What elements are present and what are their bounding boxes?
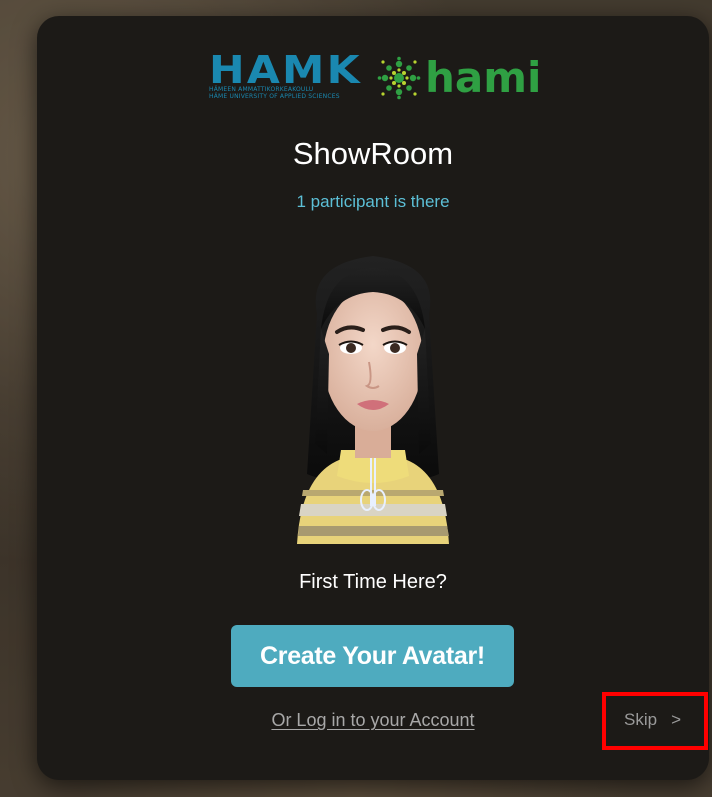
- participant-count: 1 participant is there: [296, 192, 450, 211]
- hamk-logo-word: HAMK: [209, 48, 362, 92]
- room-entry-panel: HAMK HÄMEEN AMMATTIKORKEAKOULU HÄME UNIV…: [37, 16, 709, 780]
- hami-logo-word: hami: [425, 53, 542, 102]
- first-time-prompt: First Time Here?: [299, 571, 447, 593]
- hamk-logo-subtitle-2: HÄME UNIVERSITY OF APPLIED SCIENCES: [209, 93, 340, 100]
- logo-bar: HAMK HÄMEEN AMMATTIKORKEAKOULU HÄME UNIV…: [37, 46, 709, 106]
- skip-button[interactable]: Skip >: [624, 710, 681, 730]
- hami-logo: hami: [377, 50, 541, 106]
- create-avatar-button[interactable]: Create Your Avatar!: [231, 625, 514, 687]
- avatar-preview: [297, 256, 449, 544]
- room-title: ShowRoom: [292, 136, 454, 171]
- skip-label: Skip: [624, 710, 658, 729]
- hami-flower-icon: [377, 56, 421, 100]
- chevron-right-icon: >: [671, 710, 682, 729]
- hamk-logo: HAMK HÄMEEN AMMATTIKORKEAKOULU HÄME UNIV…: [209, 51, 360, 104]
